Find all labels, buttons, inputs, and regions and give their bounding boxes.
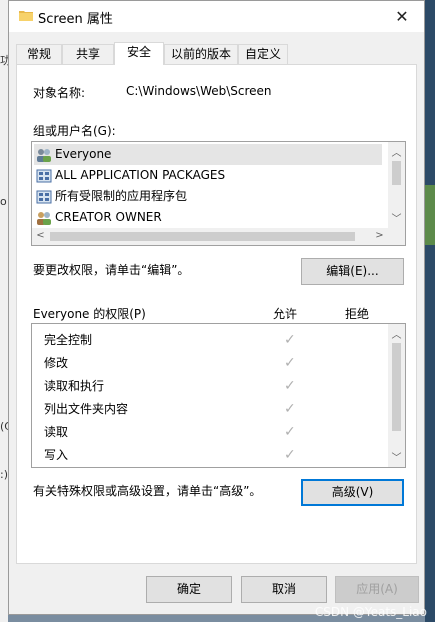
object-name-label: 对象名称: [33, 86, 86, 100]
apply-button[interactable]: 应用(A) [335, 576, 419, 603]
groups-vertical-scrollbar[interactable]: ︿ ﹀ [388, 142, 405, 228]
folder-icon [19, 11, 33, 21]
package-icon [36, 169, 52, 182]
tab-sharing[interactable]: 共享 [62, 44, 114, 64]
check-icon: ✓ [284, 355, 296, 371]
list-item[interactable]: ALL APPLICATION PACKAGES [36, 165, 225, 186]
permission-name: 完全控制 [44, 333, 93, 347]
background-window-left: 功 o (C :) [0, 0, 12, 622]
scroll-thumb[interactable] [392, 161, 401, 185]
background-desktop-right [425, 0, 435, 622]
permission-name: 读取和执行 [44, 379, 105, 393]
package-icon [36, 190, 52, 203]
check-icon: ✓ [284, 401, 296, 417]
permission-row: 列出文件夹内容 ✓ [44, 398, 296, 420]
chevron-up-icon[interactable]: ︿ [388, 144, 405, 159]
users-icon [37, 148, 51, 162]
permissions-vertical-scrollbar[interactable]: ︿ ﹀ [388, 324, 405, 467]
permission-name: 写入 [44, 448, 69, 462]
groups-horizontal-scrollbar[interactable]: < > [32, 228, 388, 245]
allow-header: 允许 [273, 307, 298, 321]
permission-name: 修改 [44, 356, 69, 370]
tab-general[interactable]: 常规 [16, 44, 62, 64]
deny-header: 拒绝 [345, 307, 370, 321]
close-button[interactable]: ✕ [380, 1, 424, 32]
groups-label: 组或用户名(G): [33, 124, 116, 138]
permissions-label: Everyone 的权限(P) [33, 307, 146, 321]
ok-button[interactable]: 确定 [146, 576, 232, 603]
permission-name: 列出文件夹内容 [44, 402, 129, 416]
check-icon: ✓ [284, 332, 296, 348]
list-item[interactable]: 所有受限制的应用程序包 [36, 186, 187, 207]
permission-name: 读取 [44, 425, 69, 439]
title-bar[interactable]: Screen 属性 ✕ [9, 1, 424, 32]
chevron-down-icon[interactable]: ﹀ [388, 210, 405, 225]
check-icon: ✓ [284, 378, 296, 394]
bg-fragment: :) [0, 468, 8, 481]
permission-row: 修改 ✓ [44, 352, 296, 374]
group-name: CREATOR OWNER [55, 210, 162, 224]
tab-customize[interactable]: 自定义 [238, 44, 288, 64]
chevron-left-icon[interactable]: < [32, 230, 49, 241]
chevron-right-icon[interactable]: > [371, 230, 388, 241]
tab-security[interactable]: 安全 [114, 42, 164, 65]
window-title: Screen 属性 [38, 12, 113, 27]
permission-row: 完全控制 ✓ [44, 329, 296, 351]
group-name: ALL APPLICATION PACKAGES [55, 168, 226, 182]
chevron-up-icon[interactable]: ︿ [388, 326, 405, 341]
chevron-down-icon[interactable]: ﹀ [388, 449, 405, 464]
edit-hint: 要更改权限，请单击“编辑”。 [33, 263, 190, 277]
watermark: CSDN @Yeats_Liao [314, 605, 427, 619]
permission-row: 读取 ✓ [44, 421, 296, 443]
permission-row: 读取和执行 ✓ [44, 375, 296, 397]
groups-listbox[interactable]: Everyone ALL APPLICATION PACKAGES 所有受限制的… [31, 141, 406, 246]
cancel-button[interactable]: 取消 [241, 576, 327, 603]
edit-button[interactable]: 编辑(E)... [301, 258, 404, 285]
security-panel: 对象名称: C:\Windows\Web\Screen 组或用户名(G): Ev… [16, 64, 417, 564]
desktop-wallpaper-fragment [425, 185, 435, 245]
group-name: Everyone [55, 147, 112, 161]
scroll-thumb[interactable] [392, 343, 401, 431]
bg-fragment: o [0, 195, 7, 208]
tab-previous-versions[interactable]: 以前的版本 [164, 44, 238, 64]
check-icon: ✓ [284, 424, 296, 440]
advanced-hint: 有关特殊权限或高级设置，请单击“高级”。 [33, 484, 262, 498]
scroll-thumb[interactable] [50, 232, 355, 241]
group-name: 所有受限制的应用程序包 [55, 189, 188, 203]
advanced-button[interactable]: 高级(V) [301, 479, 404, 506]
properties-dialog: Screen 属性 ✕ 常规 共享 安全 以前的版本 自定义 对象名称: C:\… [8, 0, 425, 615]
permissions-listbox[interactable]: 完全控制 ✓ 修改 ✓ 读取和执行 ✓ 列出文件夹内容 ✓ 读取 ✓ 写入 ✓ [31, 323, 406, 468]
users-icon [37, 211, 51, 225]
list-item[interactable]: Everyone [34, 144, 382, 165]
permission-row: 写入 ✓ [44, 444, 296, 466]
scrollbar-corner [388, 228, 405, 245]
list-item[interactable]: CREATOR OWNER [36, 207, 162, 228]
check-icon: ✓ [284, 447, 296, 463]
object-name-value: C:\Windows\Web\Screen [126, 84, 272, 98]
close-icon: ✕ [395, 7, 409, 26]
